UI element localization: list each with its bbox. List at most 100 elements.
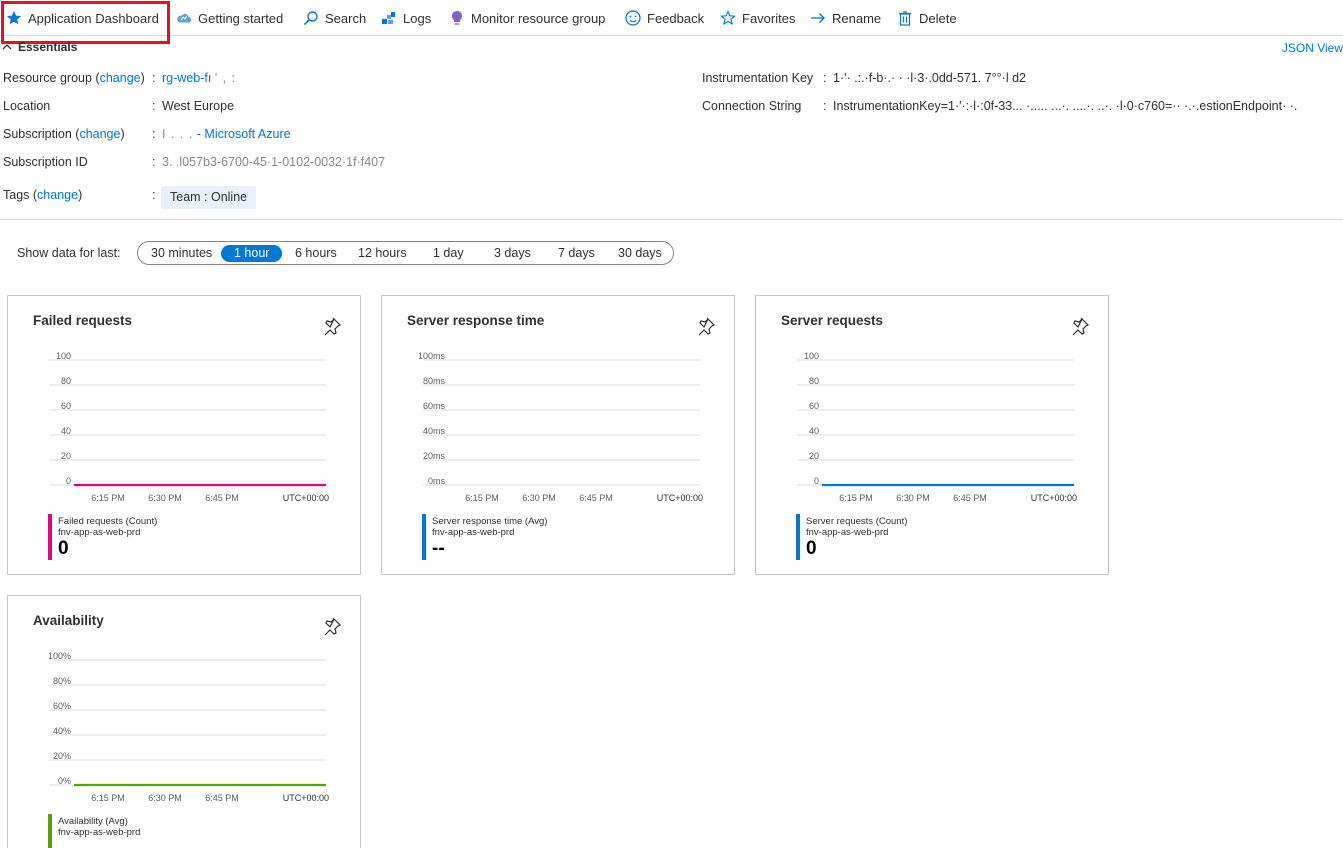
tile-title: Server response time bbox=[407, 313, 545, 328]
subscription-link[interactable]: - Microsoft Azure bbox=[197, 127, 291, 141]
time-range-30-days[interactable]: 30 days bbox=[605, 245, 675, 262]
time-range-30-minutes[interactable]: 30 minutes bbox=[138, 245, 225, 262]
y-tick-label: 80 bbox=[61, 376, 71, 386]
time-range-3-days[interactable]: 3 days bbox=[481, 245, 544, 262]
tile-title: Availability bbox=[33, 613, 104, 628]
monitor-resource-group-label: Monitor resource group bbox=[471, 10, 606, 26]
pin-icon[interactable] bbox=[696, 316, 716, 336]
essentials-toggle[interactable]: Essentials bbox=[2, 40, 77, 54]
y-tick-label: 40 bbox=[809, 426, 819, 436]
delete-label: Delete bbox=[919, 10, 957, 26]
instrumentation-key-label: Instrumentation Key bbox=[702, 71, 814, 85]
time-range-1-day[interactable]: 1 day bbox=[420, 245, 477, 262]
connection-string-label: Connection String bbox=[702, 99, 802, 113]
legend-name: Availability (Avg) bbox=[58, 816, 128, 827]
colon: : bbox=[152, 188, 156, 202]
availability-tile[interactable]: Availability 100% 80% 60% 40% 20% 0% 6:15 PM 6:… bbox=[7, 595, 361, 848]
masked-text: I . . . bbox=[162, 127, 194, 141]
legend-color-bar bbox=[422, 514, 426, 560]
time-range-selector: 30 minutes 1 hour 6 hours 12 hours 1 day… bbox=[137, 241, 674, 265]
y-tick-label: 60 bbox=[61, 401, 71, 411]
y-tick-label: 40% bbox=[53, 726, 71, 736]
essentials-heading: Essentials bbox=[18, 40, 78, 54]
timezone-label: UTC+00:00 bbox=[1031, 493, 1077, 503]
tags-change-link[interactable]: change bbox=[37, 188, 78, 202]
y-tick-label: 80% bbox=[53, 676, 71, 686]
server-response-time-chart: 100ms 80ms 60ms 40ms 20ms 0ms 6:15 PM 6:30 PM 6:… bbox=[418, 351, 703, 503]
subscription-label-text: Subscription bbox=[3, 127, 72, 141]
x-tick-label: 6:45 PM bbox=[205, 493, 239, 503]
feedback-button[interactable]: Feedback bbox=[625, 9, 704, 27]
bulb-icon bbox=[449, 10, 465, 26]
location-label: Location bbox=[3, 99, 51, 113]
star-outline-icon bbox=[720, 10, 736, 26]
resource-group-link[interactable]: rg-web-fı bbox=[162, 71, 211, 85]
divider bbox=[0, 219, 1343, 220]
search-icon bbox=[303, 10, 319, 26]
y-tick-label: 0 bbox=[66, 476, 71, 486]
availability-chart: 100% 80% 60% 40% 20% 0% 6:15 PM 6:30 PM 6:45 PM U… bbox=[48, 651, 329, 803]
x-tick-label: 6:45 PM bbox=[579, 493, 613, 503]
delete-button[interactable]: Delete bbox=[897, 9, 957, 27]
resource-group-change-link[interactable]: change bbox=[100, 71, 141, 85]
x-tick-label: 6:30 PM bbox=[896, 493, 930, 503]
x-tick-label: 6:30 PM bbox=[522, 493, 556, 503]
monitor-resource-group-button[interactable]: Monitor resource group bbox=[449, 9, 605, 27]
subscription-id-value: 3. .l057b3-6700-45·1-0102-0032·1f·f407 bbox=[162, 155, 386, 169]
y-tick-label: 20 bbox=[809, 451, 819, 461]
instrumentation-key-value: 1·'· .:.·f-b·.· · ·l·3·.0dd-571. 7°°·l d… bbox=[833, 71, 1026, 85]
smiley-icon bbox=[625, 10, 641, 26]
x-tick-label: 6:15 PM bbox=[91, 793, 125, 803]
y-tick-label: 0% bbox=[58, 776, 71, 786]
arrow-right-icon bbox=[810, 10, 826, 26]
trash-icon bbox=[897, 10, 913, 26]
favorites-label: Favorites bbox=[742, 10, 796, 26]
pin-icon[interactable] bbox=[322, 316, 342, 336]
time-range-7-days[interactable]: 7 days bbox=[545, 245, 608, 262]
search-button[interactable]: Search bbox=[303, 9, 366, 27]
time-range-label: Show data for last: bbox=[17, 246, 121, 260]
favorites-button[interactable]: Favorites bbox=[720, 9, 795, 27]
resource-group-label-text: Resource group bbox=[3, 71, 92, 85]
legend-resource: fnv-app-as-web-prd bbox=[58, 527, 141, 538]
getting-started-label: Getting started bbox=[198, 10, 284, 26]
metric-value: 0 bbox=[58, 538, 69, 559]
pin-icon[interactable] bbox=[322, 616, 342, 636]
highlight-annotation-box bbox=[1, 1, 170, 44]
y-tick-label: 20% bbox=[53, 751, 71, 761]
y-tick-label: 80ms bbox=[423, 376, 446, 386]
legend-resource: fnv-app-as-web-prd bbox=[58, 827, 141, 838]
failed-requests-tile[interactable]: Failed requests 100 80 60 40 20 0 6:15 PM 6:30 … bbox=[7, 295, 361, 575]
getting-started-button[interactable]: Getting started bbox=[176, 9, 283, 27]
y-tick-label: 60% bbox=[53, 701, 71, 711]
server-requests-tile[interactable]: Server requests 100 80 60 40 20 0 6:15 PM 6:30 … bbox=[755, 295, 1109, 575]
colon: : bbox=[152, 127, 156, 141]
tag-chip: Team : Online bbox=[161, 186, 257, 209]
chevron-up-icon bbox=[2, 44, 12, 50]
x-tick-label: 6:45 PM bbox=[953, 493, 987, 503]
rename-label: Rename bbox=[832, 10, 882, 26]
json-view-link[interactable]: JSON View bbox=[1282, 41, 1343, 55]
y-tick-label: 80 bbox=[809, 376, 819, 386]
timezone-label: UTC+00:00 bbox=[283, 493, 329, 503]
pin-icon[interactable] bbox=[1070, 316, 1090, 336]
colon: : bbox=[152, 71, 156, 85]
logs-button[interactable]: Logs bbox=[381, 9, 431, 27]
timezone-label: UTC+00:00 bbox=[283, 793, 329, 803]
time-range-1-hour[interactable]: 1 hour bbox=[221, 245, 283, 262]
tags-label-text: Tags bbox=[3, 188, 30, 202]
resource-group-value: rg-web-fı ' , : bbox=[162, 71, 236, 85]
tile-title: Failed requests bbox=[33, 313, 133, 328]
time-range-12-hours[interactable]: 12 hours bbox=[345, 245, 420, 262]
server-requests-chart: 100 80 60 40 20 0 6:15 PM 6:30 PM 6:45 PM UTC+00:… bbox=[797, 351, 1077, 503]
rename-button[interactable]: Rename bbox=[810, 9, 881, 27]
connection-string-value: InstrumentationKey=1·'·:·l·:0f-33... ·..… bbox=[833, 99, 1298, 113]
command-bar: Application Dashboard Getting started Se… bbox=[0, 0, 1343, 36]
logs-label: Logs bbox=[403, 10, 432, 26]
legend-color-bar bbox=[48, 514, 52, 560]
subscription-change-link[interactable]: change bbox=[79, 127, 120, 141]
server-response-time-tile[interactable]: Server response time 100ms 80ms 60ms 40ms 20… bbox=[381, 295, 735, 575]
y-tick-label: 40 bbox=[61, 426, 71, 436]
time-range-6-hours[interactable]: 6 hours bbox=[282, 245, 350, 262]
legend-name: Server requests (Count) bbox=[806, 516, 908, 527]
